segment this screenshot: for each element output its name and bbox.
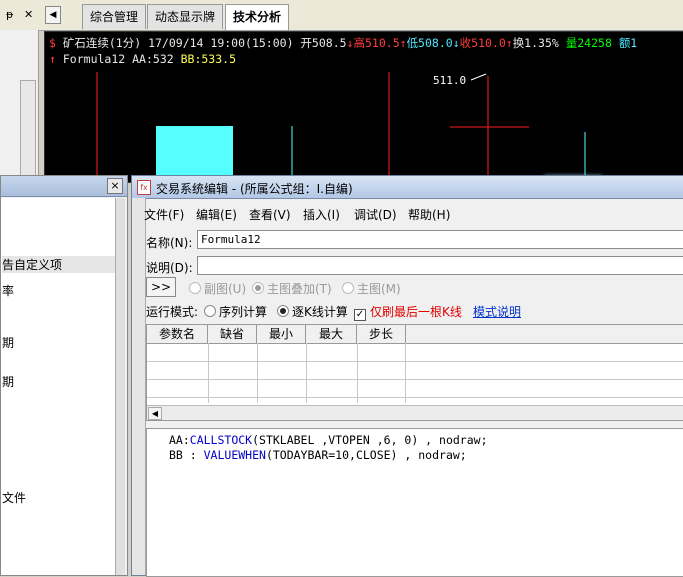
tab-dynamic-board[interactable]: 动态显示牌	[147, 4, 224, 29]
radio-sub-chart[interactable]: 副图(U)	[189, 280, 246, 297]
code-line: BB : VALUEWHEN(TODAYBAR=10,CLOSE) , nodr…	[169, 448, 467, 462]
editor-title: 交易系统编辑 - (所属公式组：I.自编)	[156, 182, 353, 196]
tab-strip: ᵽ ✕ ◀ 综合管理 动态显示牌 技术分析	[0, 0, 683, 31]
description-label: 说明(D):	[146, 261, 193, 275]
checkmark-icon: ✓	[354, 309, 366, 321]
grid-line	[147, 397, 683, 398]
menu-help[interactable]: 帮助(H)	[408, 206, 450, 223]
radio-icon	[342, 282, 354, 294]
close-icon[interactable]: ×	[107, 178, 123, 194]
formula-icon: fx	[137, 180, 151, 195]
parameter-table[interactable]: 参数名 缺省 最小 最大 步长 ◀	[146, 324, 683, 421]
editor-titlebar[interactable]: fx 交易系统编辑 - (所属公式组：I.自编)	[132, 176, 683, 199]
radio-main-overlay[interactable]: 主图叠加(T)	[252, 280, 332, 297]
horizontal-scrollbar[interactable]: ◀	[147, 405, 683, 420]
list-item[interactable]: 期	[2, 373, 14, 390]
mode-help-link[interactable]: 模式说明	[473, 303, 521, 320]
chevron-left-icon[interactable]: ◀	[148, 407, 162, 420]
column-header[interactable]: 步长	[357, 325, 406, 343]
column-header[interactable]: 最小	[257, 325, 306, 343]
run-mode-label: 运行模式:	[146, 305, 199, 319]
price-chart[interactable]: $ 矿石连续(1分) 17/09/14 19:00(15:00) 开508.5↓…	[44, 31, 683, 183]
expand-button[interactable]: >>	[146, 277, 176, 297]
side-panel-titlebar[interactable]: ×	[1, 176, 127, 197]
radio-icon	[204, 305, 216, 317]
pin-icon[interactable]: ᵽ	[6, 8, 13, 21]
side-panel: × 告自定义项 率 期 期 文件	[0, 175, 128, 576]
grid-line	[147, 379, 683, 380]
tab-technical-analysis[interactable]: 技术分析	[225, 4, 290, 30]
description-input[interactable]	[197, 256, 683, 275]
formula-editor-dialog: fx 交易系统编辑 - (所属公式组：I.自编) 文件(F) 编辑(E) 查看(…	[131, 175, 683, 577]
grid-line	[147, 361, 683, 362]
list-item[interactable]: 文件	[2, 489, 26, 506]
grid-line	[306, 343, 307, 403]
side-panel-list: 告自定义项 率 期 期 文件	[1, 198, 116, 575]
table-header: 参数名 缺省 最小 最大 步长	[147, 325, 683, 344]
radio-icon	[252, 282, 264, 294]
code-line: AA:CALLSTOCK(STKLABEL ,VTOPEN ,6, 0) , n…	[169, 433, 488, 447]
grid-line	[405, 343, 406, 403]
radio-sequence-calc[interactable]: 序列计算	[204, 303, 267, 320]
volume-bar	[156, 126, 233, 182]
radio-icon	[277, 305, 289, 317]
radio-icon	[189, 282, 201, 294]
menu-view[interactable]: 查看(V)	[249, 206, 291, 223]
close-icon[interactable]: ✕	[24, 8, 33, 21]
column-header[interactable]: 参数名	[147, 325, 208, 343]
grid-line	[357, 343, 358, 403]
menu-debug[interactable]: 调试(D)	[354, 206, 397, 223]
chevron-left-icon[interactable]: ◀	[45, 6, 61, 24]
menu-edit[interactable]: 编辑(E)	[196, 206, 237, 223]
radio-main-chart[interactable]: 主图(M)	[342, 280, 401, 297]
tab-overview[interactable]: 综合管理	[82, 4, 147, 29]
list-item[interactable]: 告自定义项	[2, 256, 115, 273]
checkbox-refresh-last-bar[interactable]: ✓ 仅刷最后一根K线	[354, 303, 462, 321]
name-input[interactable]: Formula12	[197, 230, 683, 249]
price-pointer	[470, 73, 487, 81]
splitter[interactable]	[116, 198, 125, 575]
code-editor[interactable]: AA:CALLSTOCK(STKLABEL ,VTOPEN ,6, 0) , n…	[146, 428, 683, 577]
price-annotation: 511.0	[433, 74, 466, 87]
grid-line	[208, 343, 209, 403]
menu-file[interactable]: 文件(F)	[144, 206, 184, 223]
radio-per-bar-calc[interactable]: 逐K线计算	[277, 303, 348, 320]
name-label: 名称(N):	[146, 236, 193, 250]
grid-line	[257, 343, 258, 403]
list-item[interactable]: 期	[2, 334, 14, 351]
chart-canvas: 511.0	[96, 72, 586, 182]
column-header[interactable]: 最大	[306, 325, 357, 343]
editor-side-gutter	[132, 198, 146, 575]
menu-insert[interactable]: 插入(I)	[303, 206, 340, 223]
column-header[interactable]: 缺省	[208, 325, 257, 343]
list-item[interactable]: 率	[2, 282, 14, 299]
